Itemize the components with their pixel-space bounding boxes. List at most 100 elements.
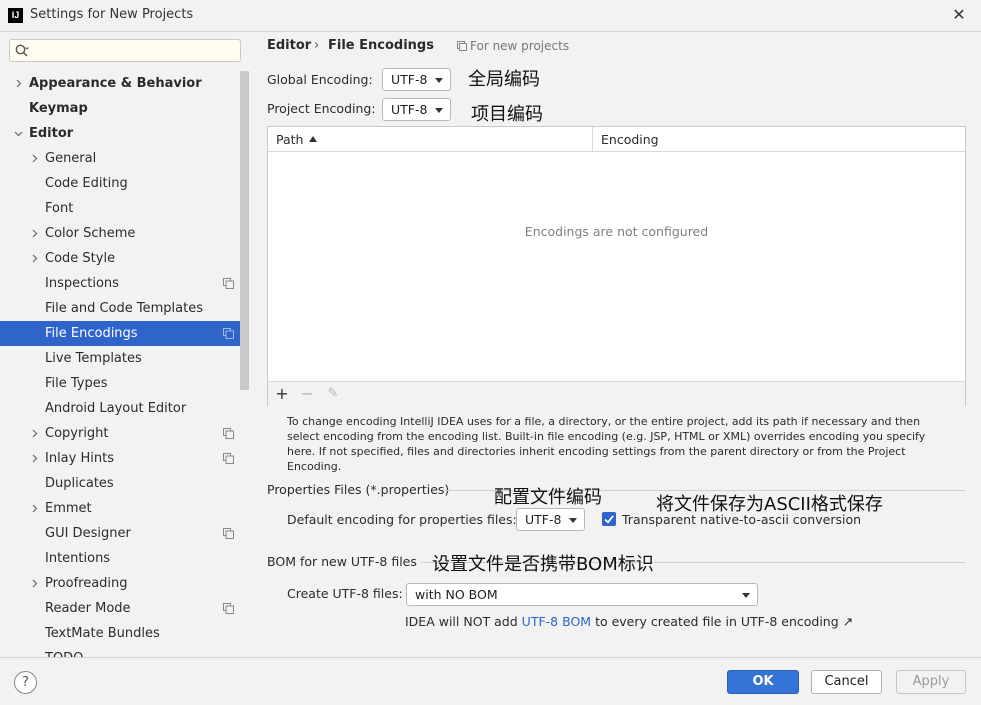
transparent-conversion-checkbox[interactable] <box>602 512 616 526</box>
project-scope-icon <box>223 453 234 464</box>
create-utf8-label: Create UTF-8 files: <box>287 586 403 601</box>
edit-icon[interactable]: ✎ <box>324 385 342 403</box>
sidebar-item-label: Copyright <box>45 426 109 441</box>
help-icon[interactable]: ? <box>14 671 37 694</box>
sidebar-item-emmet[interactable]: Emmet <box>0 496 240 521</box>
sidebar-item-label: Duplicates <box>45 476 114 491</box>
utf8-bom-link[interactable]: UTF-8 BOM <box>522 614 591 629</box>
breadcrumb-parent[interactable]: Editor <box>267 38 311 53</box>
add-icon[interactable]: + <box>273 385 291 403</box>
breadcrumb-current: File Encodings <box>328 38 434 53</box>
bom-section-title: BOM for new UTF-8 files <box>267 554 417 569</box>
project-encoding-dropdown[interactable]: UTF-8 <box>382 98 451 121</box>
dialog-footer: ? OK Cancel Apply <box>0 657 981 705</box>
cancel-button[interactable]: Cancel <box>811 670 882 694</box>
chevron-right-icon[interactable] <box>30 229 39 238</box>
sidebar-item-inspections[interactable]: Inspections <box>0 271 240 296</box>
properties-encoding-value: UTF-8 <box>525 512 562 527</box>
sidebar-item-editor[interactable]: Editor <box>0 121 240 146</box>
checkmark-icon <box>604 515 614 524</box>
project-encoding-annotation: 项目编码 <box>471 104 543 125</box>
sidebar-item-keymap[interactable]: Keymap <box>0 96 240 121</box>
search-input[interactable] <box>32 42 232 59</box>
sidebar-item-general[interactable]: General <box>0 146 240 171</box>
sidebar-item-todo[interactable]: TODO <box>0 646 240 657</box>
sidebar-item-code-style[interactable]: Code Style <box>0 246 240 271</box>
sidebar-item-code-editing[interactable]: Code Editing <box>0 171 240 196</box>
sidebar-item-label: Proofreading <box>45 576 128 591</box>
sidebar-item-gui-designer[interactable]: GUI Designer <box>0 521 240 546</box>
sidebar-item-label: Live Templates <box>45 351 142 366</box>
sidebar-item-label: Font <box>45 201 74 216</box>
path-encoding-table: Path Encoding Encodings are not configur… <box>267 126 966 406</box>
column-header-encoding[interactable]: Encoding <box>601 132 659 147</box>
sidebar-item-label: GUI Designer <box>45 526 131 541</box>
global-encoding-dropdown[interactable]: UTF-8 <box>382 68 451 91</box>
intellij-logo-icon: IJ <box>8 8 23 23</box>
sidebar-item-font[interactable]: Font <box>0 196 240 221</box>
sidebar-item-label: Color Scheme <box>45 226 136 241</box>
sidebar-item-appearance-behavior[interactable]: Appearance & Behavior <box>0 71 240 96</box>
chevron-right-icon[interactable] <box>30 254 39 263</box>
bom-annotation: 设置文件是否携带BOM标识 <box>432 554 654 575</box>
chevron-right-icon[interactable] <box>30 429 39 438</box>
project-encoding-label: Project Encoding: <box>267 101 376 116</box>
bom-info-suffix: to every created file in UTF-8 encoding … <box>595 614 854 629</box>
settings-sidebar: Appearance & Behavior Keymap Editor General… <box>0 32 250 657</box>
project-encoding-value: UTF-8 <box>391 102 428 117</box>
column-divider[interactable] <box>592 127 593 152</box>
search-icon <box>15 44 29 57</box>
search-field[interactable] <box>9 39 241 62</box>
ok-button[interactable]: OK <box>727 670 799 694</box>
close-icon[interactable]: ✕ <box>948 4 970 26</box>
global-encoding-value: UTF-8 <box>391 72 428 87</box>
chevron-down-icon <box>435 108 443 113</box>
sidebar-item-live-templates[interactable]: Live Templates <box>0 346 240 371</box>
chevron-right-icon[interactable] <box>30 504 39 513</box>
create-utf8-dropdown[interactable]: with NO BOM <box>406 583 758 606</box>
apply-button[interactable]: Apply <box>896 670 966 694</box>
encoding-description: To change encoding IntelliJ IDEA uses fo… <box>287 415 926 473</box>
scope-note: For new projects <box>470 39 570 53</box>
remove-icon[interactable]: − <box>298 385 316 403</box>
sidebar-item-label: Editor <box>29 126 74 141</box>
sidebar-item-copyright[interactable]: Copyright <box>0 421 240 446</box>
sidebar-item-inlay-hints[interactable]: Inlay Hints <box>0 446 240 471</box>
global-encoding-annotation: 全局编码 <box>468 69 540 90</box>
sidebar-item-reader-mode[interactable]: Reader Mode <box>0 596 240 621</box>
bom-info-prefix: IDEA will NOT add <box>405 614 518 629</box>
sidebar-item-label: Android Layout Editor <box>45 401 187 416</box>
sidebar-scrollbar[interactable] <box>240 71 249 390</box>
sidebar-item-android-layout-editor[interactable]: Android Layout Editor <box>0 396 240 421</box>
sidebar-item-textmate-bundles[interactable]: TextMate Bundles <box>0 621 240 646</box>
title-bar: IJ Settings for New Projects ✕ <box>0 0 981 32</box>
column-header-path[interactable]: Path <box>276 132 303 147</box>
transparent-conversion-annotation: 将文件保存为ASCII格式保存 <box>656 494 883 515</box>
properties-section-title: Properties Files (*.properties) <box>267 482 450 497</box>
chevron-right-icon[interactable] <box>30 579 39 588</box>
sidebar-item-file-and-code-templates[interactable]: File and Code Templates <box>0 296 240 321</box>
sort-ascending-icon <box>309 136 317 142</box>
sidebar-item-intentions[interactable]: Intentions <box>0 546 240 571</box>
chevron-down-icon <box>742 593 750 598</box>
chevron-right-icon[interactable] <box>30 154 39 163</box>
chevron-right-icon[interactable] <box>14 79 23 88</box>
chevron-down-icon <box>569 518 577 523</box>
project-scope-icon <box>457 41 467 51</box>
sidebar-item-label: TextMate Bundles <box>45 626 160 641</box>
properties-encoding-dropdown[interactable]: UTF-8 <box>516 508 585 531</box>
sidebar-item-file-encodings[interactable]: File Encodings <box>0 321 240 346</box>
column-path-label: Path <box>276 132 304 147</box>
sidebar-item-file-types[interactable]: File Types <box>0 371 240 396</box>
sidebar-item-proofreading[interactable]: Proofreading <box>0 571 240 596</box>
sidebar-item-label: TODO <box>45 646 83 657</box>
properties-default-label: Default encoding for properties files: <box>287 512 517 527</box>
chevron-down-icon[interactable] <box>14 129 23 138</box>
sidebar-item-label: File Types <box>45 376 108 391</box>
sidebar-item-label: Code Editing <box>45 176 128 191</box>
project-scope-icon <box>223 428 234 439</box>
sidebar-item-duplicates[interactable]: Duplicates <box>0 471 240 496</box>
sidebar-item-label: General <box>45 151 97 166</box>
sidebar-item-color-scheme[interactable]: Color Scheme <box>0 221 240 246</box>
chevron-right-icon[interactable] <box>30 454 39 463</box>
